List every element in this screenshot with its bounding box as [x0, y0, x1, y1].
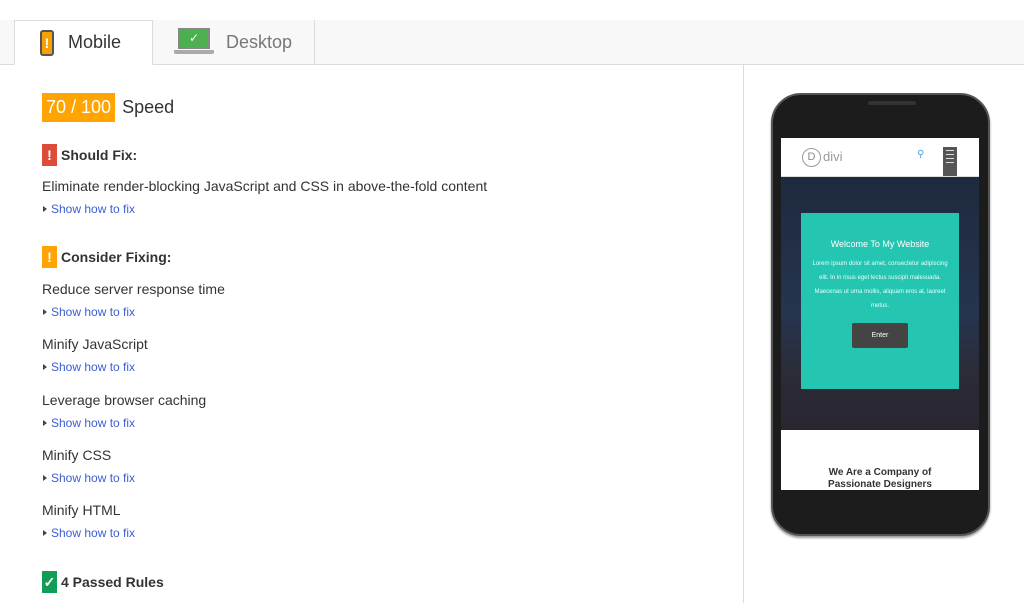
- show-how-to-fix-label: Show how to fix: [51, 526, 136, 540]
- show-how-to-fix-label: Show how to fix: [51, 202, 136, 216]
- enter-button: Enter: [852, 323, 908, 348]
- hero-section: Welcome To My Website Lorem ipsum dolor …: [781, 177, 979, 430]
- show-how-to-fix-label: Show how to fix: [51, 360, 136, 374]
- show-how-to-fix-link[interactable]: Show how to fix: [42, 416, 135, 430]
- phone-speaker: [868, 101, 916, 105]
- rule-title: Minify HTML: [42, 502, 121, 518]
- device-tab-bar: ! Mobile ✓ Desktop: [0, 20, 1024, 65]
- panel-divider: [743, 65, 744, 603]
- rule-title: Reduce server response time: [42, 281, 225, 297]
- rule-title: Leverage browser caching: [42, 392, 207, 408]
- tab-desktop[interactable]: ✓ Desktop: [153, 20, 315, 64]
- checkmark-icon: ✓: [42, 571, 57, 593]
- rule-title: Minify CSS: [42, 447, 112, 463]
- company-heading: We Are a Company of Passionate Designers: [781, 467, 979, 490]
- card-body: Lorem ipsum dolor sit amet, consectetur …: [812, 261, 948, 309]
- expand-triangle-icon: [43, 364, 47, 370]
- warning-icon: !: [42, 144, 57, 166]
- tab-mobile[interactable]: ! Mobile: [14, 20, 153, 65]
- welcome-card: Welcome To My Website Lorem ipsum dolor …: [801, 213, 959, 389]
- results-panel: 70 / 100 Speed: [42, 93, 722, 122]
- passed-rules-label: 4 Passed Rules: [61, 574, 164, 590]
- show-how-to-fix-link[interactable]: Show how to fix: [42, 305, 135, 319]
- score-badge: 70 / 100: [42, 93, 116, 122]
- search-icon: ⚲: [917, 149, 925, 160]
- hamburger-menu-icon: [943, 147, 957, 176]
- card-title: Welcome To My Website: [830, 239, 930, 249]
- company-line-2: Passionate Designers: [828, 479, 932, 490]
- show-how-to-fix-link[interactable]: Show how to fix: [42, 526, 135, 540]
- site-logo-icon: D: [802, 148, 821, 167]
- show-how-to-fix-label: Show how to fix: [51, 305, 136, 319]
- show-how-to-fix-link[interactable]: Show how to fix: [42, 360, 135, 374]
- tab-mobile-label: Mobile: [68, 32, 122, 52]
- expand-triangle-icon: [43, 530, 47, 536]
- should-fix-label: Should Fix:: [61, 147, 138, 163]
- should-fix-heading: ! Should Fix:: [42, 144, 137, 166]
- mobile-phone-icon: !: [40, 29, 54, 56]
- site-logo-text: divi: [823, 149, 843, 164]
- show-how-to-fix-label: Show how to fix: [51, 471, 136, 485]
- show-how-to-fix-link[interactable]: Show how to fix: [42, 202, 135, 216]
- consider-fixing-label: Consider Fixing:: [61, 249, 172, 265]
- desktop-laptop-icon: ✓: [174, 28, 214, 56]
- rule-title: Minify JavaScript: [42, 336, 148, 352]
- score-row: 70 / 100 Speed: [42, 93, 722, 122]
- consider-fixing-heading: ! Consider Fixing:: [42, 246, 171, 268]
- show-how-to-fix-label: Show how to fix: [51, 416, 136, 430]
- site-header: D divi ⚲: [781, 138, 979, 177]
- mobile-preview-phone: D divi ⚲ Welcome To My Website Lorem ips…: [771, 93, 990, 536]
- score-label: Speed: [122, 97, 175, 117]
- rule-title: Eliminate render-blocking JavaScript and…: [42, 178, 488, 194]
- expand-triangle-icon: [43, 206, 47, 212]
- warning-icon: !: [42, 246, 57, 268]
- tab-desktop-label: Desktop: [226, 31, 293, 52]
- expand-triangle-icon: [43, 420, 47, 426]
- show-how-to-fix-link[interactable]: Show how to fix: [42, 471, 135, 485]
- preview-screen: D divi ⚲ Welcome To My Website Lorem ips…: [781, 138, 979, 490]
- expand-triangle-icon: [43, 309, 47, 315]
- expand-triangle-icon: [43, 475, 47, 481]
- company-line-1: We Are a Company of: [828, 467, 932, 478]
- passed-rules-heading[interactable]: ✓ 4 Passed Rules: [42, 571, 164, 593]
